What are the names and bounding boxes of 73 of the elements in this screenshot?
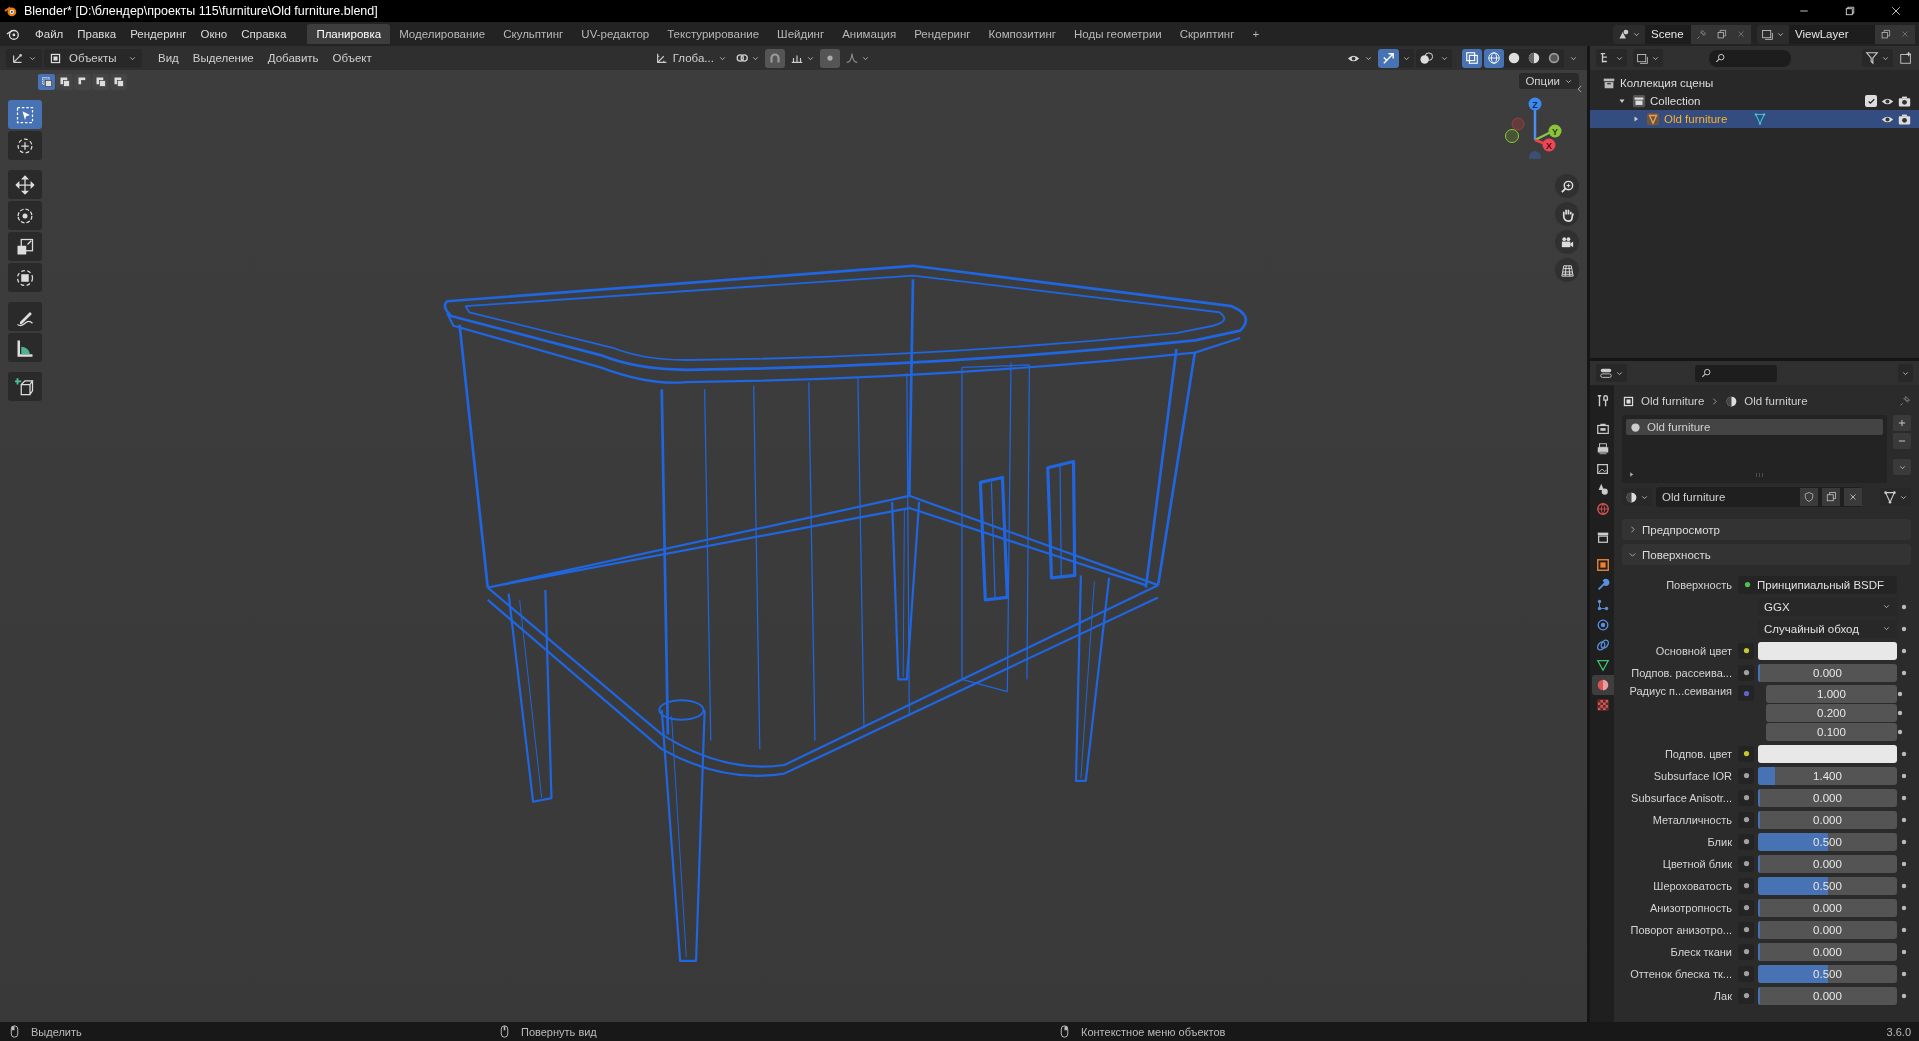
mode-dropdown[interactable]: Объекты bbox=[44, 48, 142, 68]
item-name: Old furniture bbox=[1664, 113, 1728, 125]
breadcrumb-item: Old furniture bbox=[1641, 395, 1705, 407]
menu-item[interactable]: Файл bbox=[28, 25, 71, 43]
number-field[interactable]: 0.000 bbox=[1758, 986, 1897, 1005]
workspace-tab[interactable]: Шейдинг bbox=[768, 24, 834, 44]
workspace-tab[interactable]: Моделирование bbox=[390, 24, 495, 44]
property-label: Подпов. рассеива... bbox=[1630, 666, 1733, 679]
material-slot[interactable]: Old furniture bbox=[1626, 419, 1883, 435]
number-field[interactable]: 0.200 bbox=[1766, 704, 1897, 722]
number-field[interactable]: 0.000 bbox=[1758, 810, 1897, 829]
material-name-field[interactable]: Old furniture bbox=[1656, 487, 1862, 507]
item-name: Collection bbox=[1650, 95, 1701, 107]
status-hint: Выделить bbox=[31, 1025, 82, 1038]
menu-item[interactable]: Правка bbox=[70, 25, 124, 43]
breadcrumb-item: Old furniture bbox=[1744, 395, 1808, 407]
number-field[interactable]: 0.100 bbox=[1766, 723, 1897, 741]
workspace-tab[interactable]: Скульптинг bbox=[494, 24, 573, 44]
workspace-tab[interactable]: Ноды геометрии bbox=[1065, 24, 1171, 44]
add-workspace-button[interactable]: + bbox=[1243, 24, 1269, 44]
property-label: Радиус п...сеивания bbox=[1628, 685, 1733, 697]
orientation-dropdown[interactable]: Глоба... bbox=[651, 48, 730, 68]
number-field[interactable]: 0.000 bbox=[1758, 898, 1897, 917]
status-hint: Контекстное меню объектов bbox=[1081, 1025, 1226, 1038]
axis-gizmo[interactable]: Z Y X bbox=[1505, 95, 1567, 159]
property-label: Лак bbox=[1712, 989, 1733, 1002]
workspace-tab[interactable]: Рендеринг bbox=[905, 24, 980, 44]
status-hint: Повернуть вид bbox=[521, 1025, 597, 1038]
outliner-row[interactable]: Old furniture bbox=[1590, 110, 1919, 128]
number-field[interactable]: 0.000 bbox=[1758, 663, 1897, 682]
shader-selector[interactable]: Принципиальный BSDF bbox=[1738, 575, 1897, 594]
property-label: Анизотропность bbox=[1648, 901, 1733, 914]
options-dropdown[interactable]: Опции bbox=[1519, 73, 1579, 89]
panel-header[interactable]: Предпросмотр bbox=[1622, 519, 1911, 540]
outliner-row[interactable]: Коллекция сцены bbox=[1590, 74, 1919, 92]
menu-item[interactable]: Выделение bbox=[186, 49, 260, 67]
number-field[interactable]: 1.000 bbox=[1766, 685, 1897, 703]
property-label: Поверхность bbox=[1665, 578, 1733, 591]
workspace-tab[interactable]: Анимация bbox=[833, 24, 906, 44]
property-label: Основной цвет bbox=[1654, 644, 1733, 657]
menu-item[interactable]: Рендеринг bbox=[123, 25, 194, 43]
property-label: Поворот анизотро... bbox=[1629, 923, 1733, 936]
property-label: Блеск ткани bbox=[1669, 945, 1733, 958]
property-label: Подпов. цвет bbox=[1663, 747, 1733, 760]
property-label: Subsurface Anisotr... bbox=[1630, 791, 1733, 804]
workspace-tab[interactable]: Композитинг bbox=[979, 24, 1065, 44]
workspace-tab[interactable]: UV-редактор bbox=[572, 24, 659, 44]
dropdown[interactable]: Случайный обход bbox=[1758, 619, 1897, 638]
version-label: 3.6.0 bbox=[1886, 1025, 1911, 1038]
panel-header[interactable]: Поверхность bbox=[1622, 544, 1911, 565]
menu-item[interactable]: Справка bbox=[234, 25, 294, 43]
property-label: Цветной блик bbox=[1661, 857, 1733, 870]
menu-item[interactable]: Окно bbox=[193, 25, 235, 43]
dropdown[interactable]: GGX bbox=[1758, 597, 1897, 616]
number-field[interactable]: 0.000 bbox=[1758, 920, 1897, 939]
menu-item[interactable]: Вид bbox=[152, 49, 185, 67]
workspace-tab[interactable]: Планировка bbox=[307, 24, 391, 44]
menu-item[interactable]: Объект bbox=[326, 49, 378, 67]
property-label: Блик bbox=[1706, 835, 1733, 848]
menu-item[interactable]: Добавить bbox=[261, 49, 325, 67]
property-label: Металличность bbox=[1651, 813, 1733, 826]
number-field[interactable]: 0.000 bbox=[1758, 788, 1897, 807]
window-title: Blender* [D:\блендер\проекты 115\furniture\Old furniture.blend] bbox=[24, 4, 378, 18]
workspace-tab[interactable]: Скриптинг bbox=[1170, 24, 1244, 44]
property-label: Шероховатость bbox=[1652, 879, 1733, 892]
number-field[interactable]: 0.000 bbox=[1758, 854, 1897, 873]
workspace-tab[interactable]: Текстурирование bbox=[658, 24, 769, 44]
item-name: Коллекция сцены bbox=[1620, 77, 1714, 89]
property-label: Оттенок блеска тк... bbox=[1629, 967, 1733, 980]
number-field[interactable]: 0.000 bbox=[1758, 942, 1897, 961]
property-label: Subsurface IOR bbox=[1652, 769, 1733, 782]
number-field[interactable]: 1.400 bbox=[1758, 766, 1897, 785]
outliner-row[interactable]: Collection bbox=[1590, 92, 1919, 110]
